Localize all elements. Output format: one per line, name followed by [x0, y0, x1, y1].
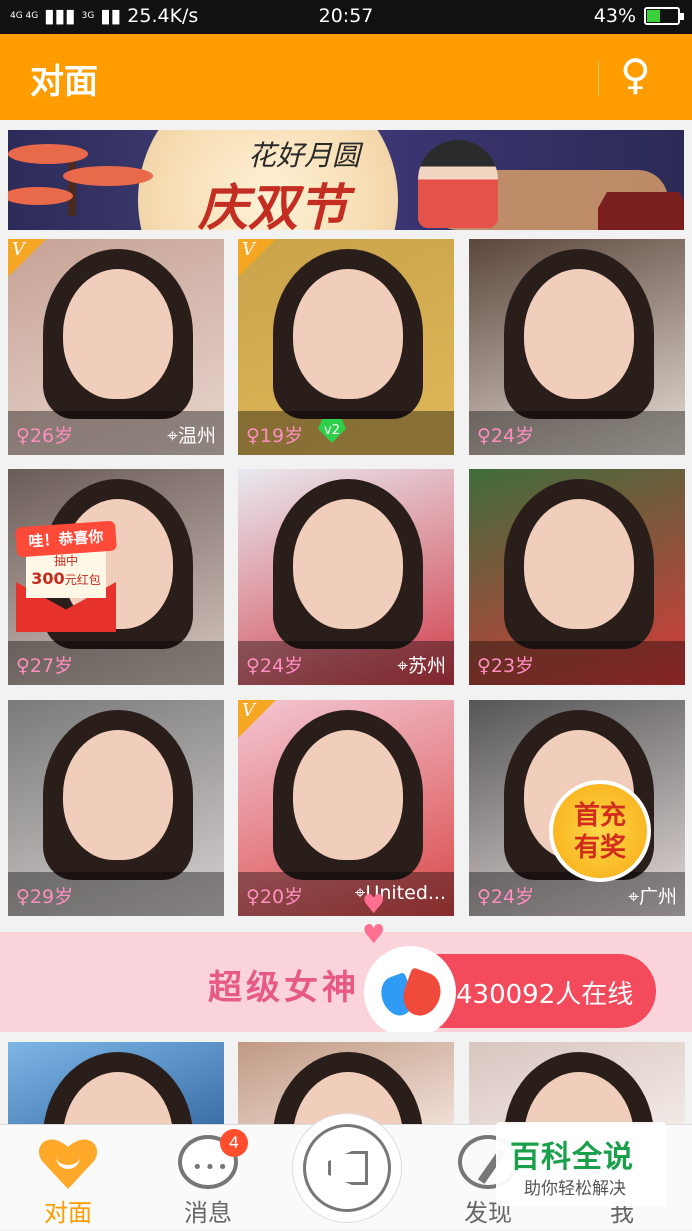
unread-badge: 4 — [220, 1129, 248, 1157]
banner-line2: 庆双节 — [198, 178, 348, 230]
envelope-unit: 元红包 — [64, 573, 101, 587]
location-text: 苏州 — [407, 655, 446, 677]
floating-hearts-icon: ♥ ♥ — [362, 890, 386, 950]
user-card[interactable]: V ♀19岁 v2 — [238, 239, 454, 455]
user-age: ♀24岁 — [477, 425, 535, 447]
status-right: 43% — [593, 5, 684, 27]
location-pin-icon: ⌖ — [397, 655, 408, 677]
broadcast-button[interactable] — [292, 1113, 402, 1223]
card-info-bar: ♀23岁 — [469, 641, 685, 685]
heart-icon — [38, 1135, 98, 1189]
status-bar: 4G 4G ▮▮▮ 3G ▮▮ 25.4K/s 20:57 43% — [0, 0, 692, 34]
tab-duimian[interactable]: 对面 — [8, 1125, 128, 1231]
first-charge-badge[interactable]: 首充 有奖 — [549, 780, 651, 882]
battery-percent: 43% — [593, 5, 636, 27]
user-age: ♀19岁 — [246, 425, 304, 447]
watermark: 百科全说 助你轻松解决 — [496, 1122, 666, 1206]
promo-text: 超级女神 — [208, 968, 360, 1008]
tree-graphic — [8, 144, 153, 216]
location-text: 广州 — [638, 886, 677, 908]
envelope-amount: 300 — [31, 569, 65, 588]
header-divider — [598, 60, 599, 96]
battery-icon — [644, 7, 684, 25]
app-logo-icon — [364, 946, 456, 1032]
user-card[interactable] — [469, 1042, 685, 1124]
user-age: ♀29岁 — [16, 886, 74, 908]
festival-banner[interactable]: 花好月圆 庆双节 — [8, 130, 684, 230]
vip-corner-icon: V — [238, 700, 276, 738]
card-info-bar: ♀24岁 — [469, 411, 685, 455]
first-charge-line2: 有奖 — [573, 833, 626, 863]
location-pin-icon: ⌖ — [628, 886, 639, 908]
app-header: 对面 ♀ — [0, 34, 692, 120]
user-card[interactable]: ♀24岁 ⌖广州 首充 有奖 — [469, 700, 685, 916]
level-badge-icon: v2 — [318, 419, 346, 443]
vip-corner-icon: V — [8, 239, 46, 277]
vip-corner-icon: V — [238, 239, 276, 277]
red-envelope-promo[interactable]: 抽中 300元红包 哇！恭喜你 — [12, 520, 120, 634]
fairy-illustration — [418, 140, 498, 228]
user-card[interactable]: ♀27岁 抽中 300元红包 哇！恭喜你 — [8, 469, 224, 685]
user-card[interactable] — [238, 1042, 454, 1124]
user-location: ⌖温州 — [167, 421, 216, 448]
card-info-bar: ♀27岁 — [8, 641, 224, 685]
user-age: ♀26岁 — [16, 425, 74, 447]
user-card[interactable]: V ♀20岁 ⌖United... — [238, 700, 454, 916]
page-title: 对面 — [30, 62, 98, 102]
user-card[interactable]: ♀24岁 — [469, 239, 685, 455]
user-card[interactable]: ♀24岁 ⌖苏州 — [238, 469, 454, 685]
card-info-bar: ♀20岁 ⌖United... — [238, 872, 454, 916]
roof-graphic — [598, 192, 684, 230]
watermark-title: 百科全说 — [510, 1140, 634, 1175]
first-charge-line1: 首充 — [573, 801, 626, 831]
user-location: ⌖广州 — [628, 882, 677, 909]
gender-filter-icon[interactable]: ♀ — [620, 50, 651, 99]
promo-banner[interactable]: 超级女神 430092人在线 — [0, 932, 692, 1032]
card-info-bar: ♀24岁 ⌖苏州 — [238, 641, 454, 685]
user-age: ♀20岁 — [246, 886, 304, 908]
card-info-bar: ♀29岁 — [8, 872, 224, 916]
tab-messages[interactable]: ••• 4 消息 — [148, 1125, 268, 1231]
user-card[interactable]: ♀29岁 — [8, 700, 224, 916]
tab-label: 对面 — [44, 1199, 92, 1227]
user-photo — [8, 1042, 224, 1124]
user-age: ♀27岁 — [16, 655, 74, 677]
user-age: ♀24岁 — [477, 886, 535, 908]
user-card[interactable] — [8, 1042, 224, 1124]
location-text: 温州 — [177, 425, 216, 447]
online-count: 430092人在线 — [456, 980, 634, 1010]
user-location: ⌖苏州 — [397, 651, 446, 678]
card-info-bar: ♀24岁 ⌖广州 — [469, 872, 685, 916]
tab-label: 消息 — [184, 1199, 232, 1227]
user-age: ♀24岁 — [246, 655, 304, 677]
location-pin-icon: ⌖ — [167, 425, 178, 447]
user-card[interactable]: ♀23岁 — [469, 469, 685, 685]
status-time: 20:57 — [318, 5, 374, 27]
user-photo — [469, 1042, 685, 1124]
megaphone-icon — [303, 1124, 391, 1212]
watermark-subtitle: 助你轻松解决 — [524, 1179, 626, 1199]
user-age: ♀23岁 — [477, 655, 535, 677]
user-photo — [238, 1042, 454, 1124]
user-card[interactable]: V ♀26岁 ⌖温州 — [8, 239, 224, 455]
card-info-bar: ♀26岁 ⌖温州 — [8, 411, 224, 455]
card-info-bar: ♀19岁 v2 — [238, 411, 454, 455]
